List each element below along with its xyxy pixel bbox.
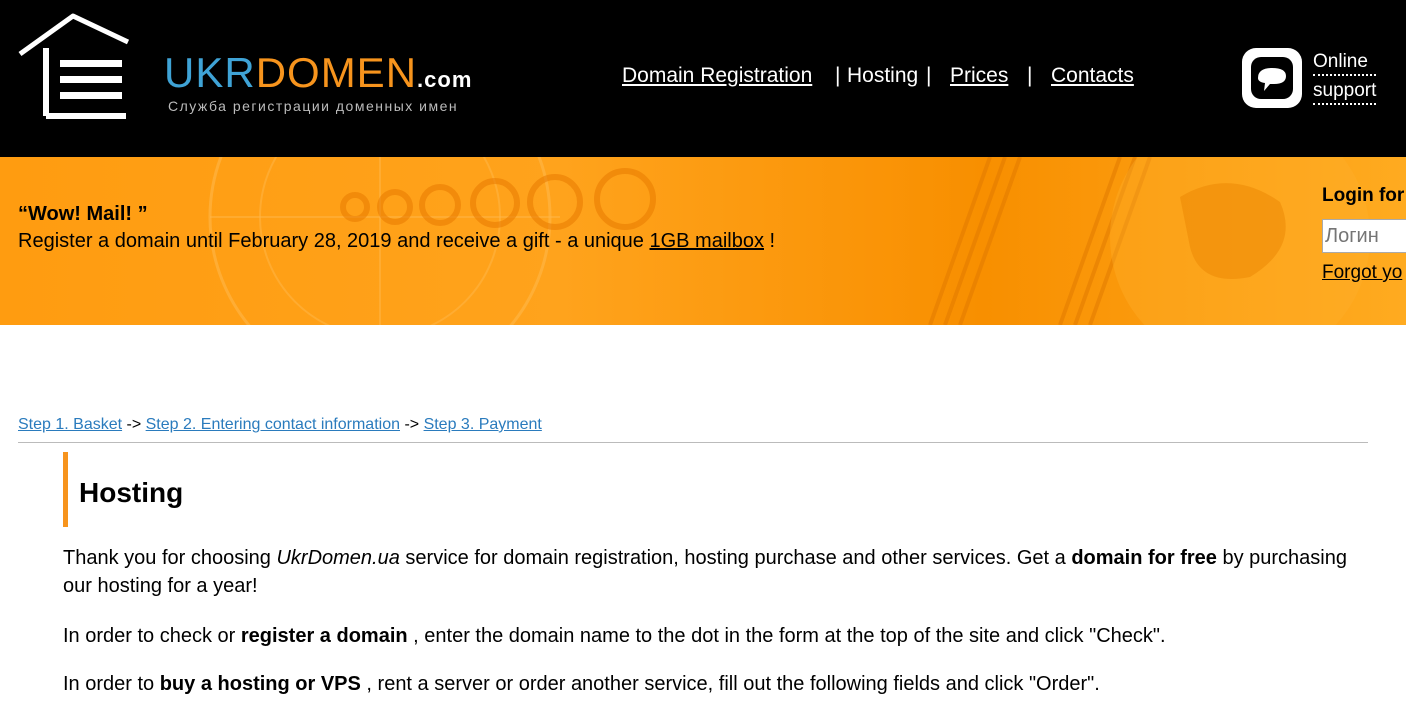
promo-title: “Wow! Mail! ”: [18, 203, 148, 225]
logo-domen: DOMEN: [255, 49, 418, 96]
breadcrumb-step-payment[interactable]: Step 3. Payment: [424, 416, 542, 433]
login-input[interactable]: [1322, 219, 1406, 253]
mailbox-link[interactable]: 1GB mailbox: [649, 230, 764, 252]
logo-wordmark: UKRDOMEN.com: [164, 52, 472, 94]
nav-separator: |: [835, 64, 841, 87]
nav-hosting-current: Hosting: [847, 64, 919, 87]
intro-paragraph: Thank you for choosing UkrDomen.ua servi…: [63, 547, 1347, 597]
breadcrumb-step-contact[interactable]: Step 2. Entering contact information: [146, 416, 400, 433]
support-link[interactable]: Online support: [1313, 50, 1377, 108]
site-logo[interactable]: UKRDOMEN.com Служба регистрации доменных…: [16, 12, 516, 124]
logo-com: .com: [417, 67, 473, 92]
support-line1[interactable]: Online: [1313, 50, 1377, 76]
house-logo-icon: [18, 13, 130, 119]
nav-prices[interactable]: Prices: [950, 64, 1008, 88]
domain-instructions: In order to check or register a domain ,…: [63, 625, 1166, 647]
page-title: Hosting: [79, 477, 184, 508]
title-accent-bar: [63, 452, 68, 527]
breadcrumb: Step 1. Basket -> Step 2. Entering conta…: [18, 416, 542, 433]
divider: [18, 442, 1368, 443]
nav-separator: |: [926, 64, 932, 87]
login-title: Login for: [1322, 185, 1405, 206]
nav-domain-registration[interactable]: Domain Registration: [622, 64, 812, 88]
logo-tagline: Служба регистрации доменных имен: [168, 98, 459, 114]
support-line2[interactable]: support: [1313, 79, 1377, 105]
site-header: UKRDOMEN.com Служба регистрации доменных…: [0, 0, 1406, 157]
promo-banner: “Wow! Mail! ” Register a domain until Fe…: [0, 157, 1406, 325]
nav-separator: |: [1027, 64, 1033, 87]
forgot-password-link[interactable]: Forgot yo: [1322, 262, 1402, 284]
nav-contacts[interactable]: Contacts: [1051, 64, 1134, 88]
logo-ukr: UKR: [164, 49, 256, 96]
breadcrumb-step-basket[interactable]: Step 1. Basket: [18, 416, 122, 433]
promo-text: Register a domain until February 28, 201…: [18, 230, 776, 252]
hosting-instructions: In order to buy a hosting or VPS , rent …: [63, 673, 1100, 695]
chat-bubble-icon[interactable]: [1242, 48, 1302, 108]
